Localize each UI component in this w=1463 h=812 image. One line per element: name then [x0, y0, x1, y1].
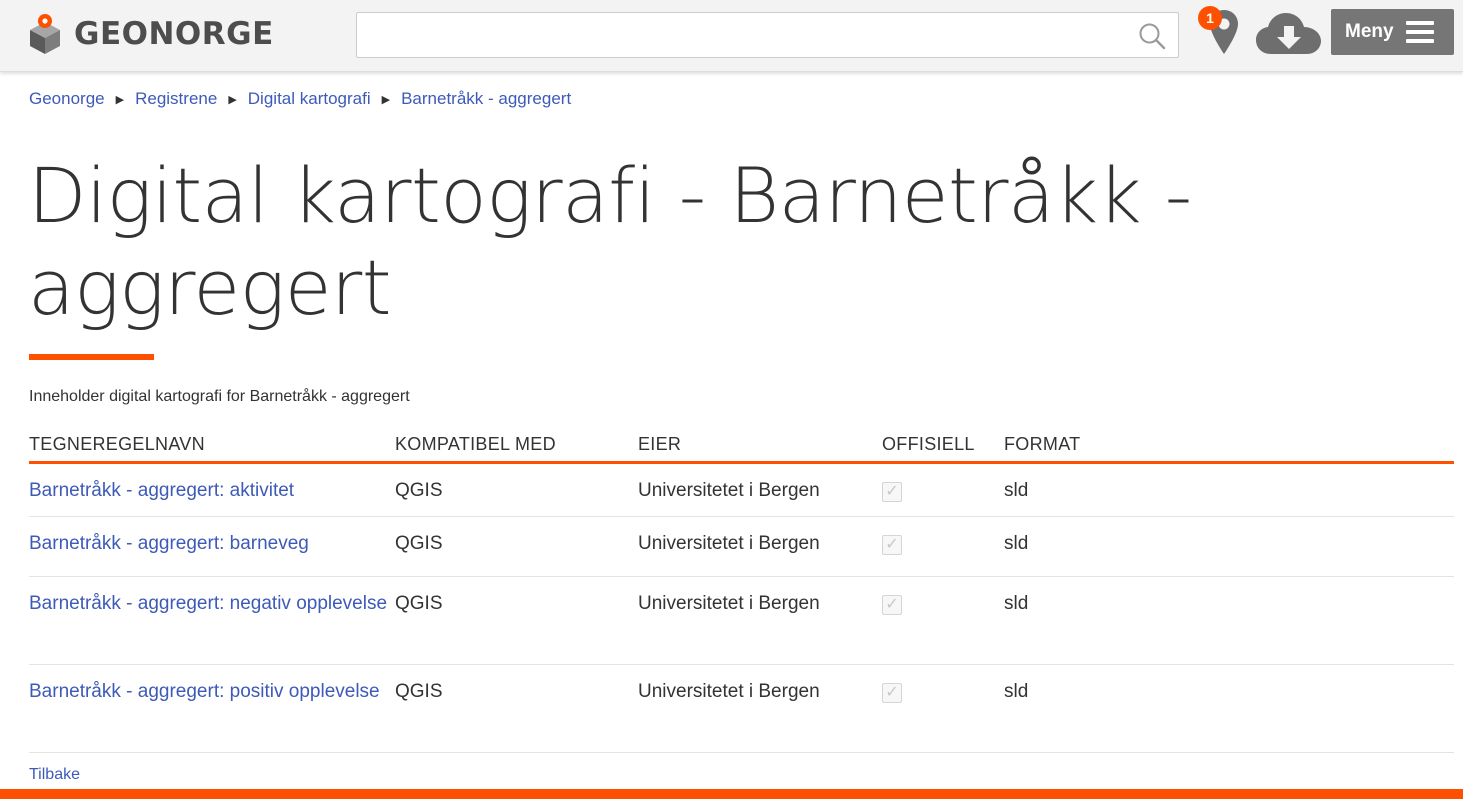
- map-count-badge: 1: [1198, 6, 1222, 30]
- row-compatible: QGIS: [395, 462, 638, 517]
- triangle-right-icon: ▶: [228, 93, 237, 106]
- table-row: Barnetråkk - aggregert: positiv opplevel…: [29, 664, 1454, 753]
- row-owner: Universitetet i Bergen: [638, 516, 882, 577]
- row-name-link[interactable]: Barnetråkk - aggregert: barneveg: [29, 533, 309, 554]
- geonorge-logo[interactable]: GEONORGE: [28, 13, 298, 55]
- row-compatible: QGIS: [395, 516, 638, 577]
- column-header-official[interactable]: OFFISIELL: [882, 428, 1004, 464]
- row-name-link[interactable]: Barnetråkk - aggregert: positiv opplevel…: [29, 681, 380, 702]
- symbology-table: TEGNEREGELNAVN KOMPATIBEL MED EIER OFFIS…: [29, 428, 1454, 753]
- checkbox-checked-icon: ✓: [882, 682, 902, 703]
- menu-label: Meny: [1345, 21, 1394, 42]
- map-button[interactable]: 1: [1196, 4, 1246, 60]
- row-format: sld: [1004, 462, 1454, 517]
- row-compatible: QGIS: [395, 576, 638, 665]
- table-row: Barnetråkk - aggregert: negativ opplevel…: [29, 576, 1454, 665]
- logo-text: GEONORGE: [74, 16, 274, 52]
- footer-accent-bar: [0, 789, 1463, 799]
- search-input[interactable]: [357, 13, 1178, 57]
- breadcrumb-item-digital-kartografi[interactable]: Digital kartografi: [248, 89, 371, 109]
- triangle-right-icon: ▶: [115, 93, 125, 106]
- geonorge-logo-icon: [30, 14, 60, 54]
- table-row: Barnetråkk - aggregert: aktivitet QGIS U…: [29, 462, 1454, 517]
- triangle-right-icon: ▶: [381, 93, 391, 106]
- page-intro: Inneholder digital kartografi for Barnet…: [29, 388, 410, 405]
- breadcrumb-item-registrene[interactable]: Registrene: [135, 89, 217, 109]
- checkbox-checked-icon: ✓: [882, 594, 902, 615]
- row-name-link[interactable]: Barnetråkk - aggregert: negativ opplevel…: [29, 593, 387, 614]
- column-header-format[interactable]: FORMAT: [1004, 428, 1454, 464]
- breadcrumb: Geonorge ▶ Registrene ▶ Digital kartogra…: [29, 88, 571, 110]
- cloud-download-icon: [1256, 13, 1321, 54]
- download-button[interactable]: [1255, 12, 1323, 56]
- title-underline: [29, 354, 154, 360]
- checkbox-checked-icon: ✓: [882, 534, 902, 555]
- table-header-row: TEGNEREGELNAVN KOMPATIBEL MED EIER OFFIS…: [29, 428, 1454, 464]
- page-title: Digital kartografi - Barnetråkk - aggreg…: [28, 151, 1192, 332]
- search-icon[interactable]: [1138, 22, 1166, 50]
- menu-button[interactable]: Meny: [1331, 9, 1454, 55]
- row-format: sld: [1004, 664, 1454, 753]
- row-format: sld: [1004, 516, 1454, 577]
- column-header-compatible[interactable]: KOMPATIBEL MED: [395, 428, 638, 464]
- site-header: GEONORGE 1 Meny: [0, 0, 1463, 72]
- column-header-owner[interactable]: EIER: [638, 428, 882, 464]
- table-row: Barnetråkk - aggregert: barneveg QGIS Un…: [29, 516, 1454, 577]
- row-compatible: QGIS: [395, 664, 638, 753]
- breadcrumb-item-geonorge[interactable]: Geonorge: [29, 89, 105, 109]
- row-format: sld: [1004, 576, 1454, 665]
- column-header-name[interactable]: TEGNEREGELNAVN: [29, 428, 395, 464]
- hamburger-icon: [1405, 21, 1434, 43]
- breadcrumb-item-current[interactable]: Barnetråkk - aggregert: [401, 89, 571, 109]
- search-box: [356, 12, 1179, 58]
- checkbox-checked-icon: ✓: [882, 481, 902, 502]
- row-owner: Universitetet i Bergen: [638, 576, 882, 665]
- row-name-link[interactable]: Barnetråkk - aggregert: aktivitet: [29, 480, 294, 501]
- back-link[interactable]: Tilbake: [29, 766, 80, 784]
- row-owner: Universitetet i Bergen: [638, 462, 882, 517]
- row-owner: Universitetet i Bergen: [638, 664, 882, 753]
